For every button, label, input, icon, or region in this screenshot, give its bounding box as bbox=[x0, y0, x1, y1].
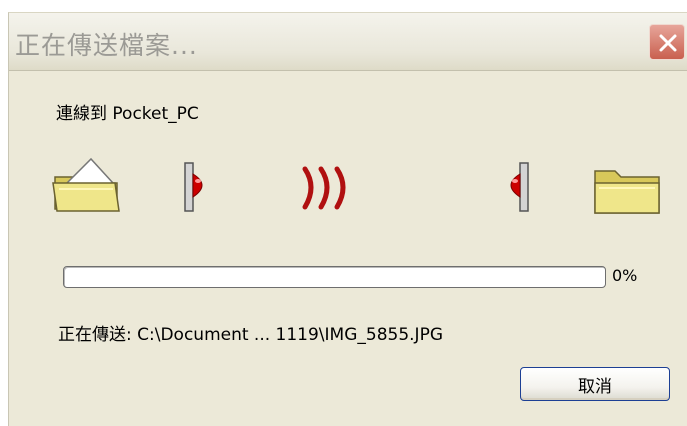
close-icon bbox=[659, 34, 677, 52]
sender-device-icon bbox=[184, 162, 203, 212]
cancel-button[interactable]: 取消 bbox=[520, 367, 670, 401]
signal-waves-icon bbox=[302, 166, 346, 210]
open-folder-icon bbox=[52, 157, 120, 212]
transfer-dialog: 正在傳送檔案... 連線到 Pocket_PC 0% 正在傳送: C:\Docu… bbox=[8, 12, 687, 426]
status-label: 正在傳送: C:\Document ... 1119\IMG_5855.JPG bbox=[58, 325, 443, 345]
window-title: 正在傳送檔案... bbox=[15, 31, 198, 60]
closed-folder-icon bbox=[594, 170, 660, 214]
receiver-device-icon bbox=[510, 162, 529, 212]
progress-percent: 0% bbox=[612, 266, 638, 285]
title-bar[interactable]: 正在傳送檔案... bbox=[9, 13, 687, 71]
connection-label: 連線到 Pocket_PC bbox=[56, 104, 199, 124]
close-button[interactable] bbox=[649, 24, 685, 60]
transfer-progress-bar bbox=[63, 266, 606, 288]
